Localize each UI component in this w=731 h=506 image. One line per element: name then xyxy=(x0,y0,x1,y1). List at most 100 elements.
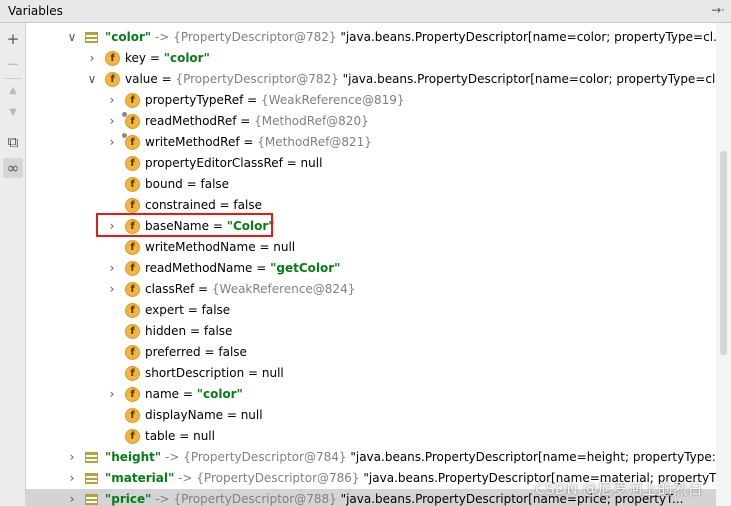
object-reference: {WeakReference@819} xyxy=(261,93,405,107)
variable-name: "material" xyxy=(105,471,175,485)
string-value: "color" xyxy=(196,387,243,401)
chevron-down-icon[interactable]: ∨ xyxy=(86,69,98,90)
add-watch-button[interactable]: + xyxy=(3,29,23,49)
hide-panel-icon[interactable]: →· xyxy=(711,3,725,17)
chevron-right-icon[interactable]: › xyxy=(106,258,118,279)
field-icon: f xyxy=(105,51,120,66)
row-text: expert = false xyxy=(145,300,230,321)
chevron-right-icon[interactable]: › xyxy=(66,489,78,506)
field-icon: f xyxy=(125,198,140,213)
variable-name: key xyxy=(125,51,147,65)
tree-row[interactable]: ∨ "color" -> {PropertyDescriptor@782} "ja… xyxy=(26,27,716,48)
map-entry-icon xyxy=(85,32,98,43)
row-text: preferred = false xyxy=(145,342,247,363)
watermark: CSDN @尼罗河上的烈日 xyxy=(535,480,703,498)
variables-panel-header: Variables →· xyxy=(0,0,731,23)
tree-row[interactable]: › f readMethodName = "getColor" xyxy=(26,258,716,279)
field-icon: f xyxy=(105,72,120,87)
object-reference: {PropertyDescriptor@786} xyxy=(196,471,360,485)
equals-sign: = xyxy=(183,303,202,317)
chevron-right-icon[interactable]: › xyxy=(106,384,118,405)
remove-watch-button[interactable]: − xyxy=(3,54,23,74)
field-icon: f xyxy=(125,261,140,276)
field-icon: f xyxy=(125,345,140,360)
copy-icon[interactable]: ⧉ xyxy=(3,132,23,152)
equals-sign: = xyxy=(182,177,201,191)
chevron-right-icon[interactable]: › xyxy=(66,447,78,468)
tree-row[interactable]: ∨ f value = {PropertyDescriptor@782} "java… xyxy=(26,69,716,90)
equals-sign: = xyxy=(223,408,241,422)
chevron-right-icon[interactable]: › xyxy=(106,132,118,153)
row-text: key = "color" xyxy=(125,48,210,69)
object-reference: {PropertyDescriptor@788} xyxy=(173,492,337,506)
tree-row[interactable]: › f name = "color" xyxy=(26,384,716,405)
chevron-right-icon[interactable]: › xyxy=(106,279,118,300)
variable-name: value xyxy=(125,72,158,86)
equals-sign: = xyxy=(252,261,271,275)
map-entry-icon xyxy=(85,452,98,463)
row-text: shortDescription = null xyxy=(145,363,284,384)
chevron-down-icon[interactable]: ∨ xyxy=(66,27,78,48)
object-reference: {MethodRef@820} xyxy=(254,114,369,128)
tree-row[interactable]: f bound = false xyxy=(26,174,716,195)
scrollbar-thumb[interactable] xyxy=(720,151,727,355)
variable-name: "color" xyxy=(105,30,152,44)
tree-row[interactable]: › f readMethodRef = {MethodRef@820} xyxy=(26,111,716,132)
tree-row[interactable]: › f writeMethodRef = {MethodRef@821} xyxy=(26,132,716,153)
object-reference: {PropertyDescriptor@782} xyxy=(175,72,339,86)
equals-sign: = xyxy=(244,366,262,380)
tree-row[interactable]: f preferred = false xyxy=(26,342,716,363)
row-text: value = {PropertyDescriptor@782} "java.b… xyxy=(125,69,716,90)
row-text: "color" -> {PropertyDescriptor@782} "jav… xyxy=(105,27,716,48)
tree-row[interactable]: f table = null xyxy=(26,426,716,447)
row-text: bound = false xyxy=(145,174,229,195)
object-reference: {WeakReference@824} xyxy=(211,282,356,296)
tree-row[interactable]: f displayName = null xyxy=(26,405,716,426)
value-preview: "java.beans.PropertyDescriptor[name=colo… xyxy=(340,30,716,44)
map-entry-icon xyxy=(85,494,98,505)
tree-row[interactable]: › "height" -> {PropertyDescriptor@784} "j… xyxy=(26,447,716,468)
side-toolbar: + − ▲ ▼ ⧉ ∞ xyxy=(0,23,26,506)
highlight-box xyxy=(96,213,273,237)
value-preview: "java.beans.PropertyDescriptor[name=heig… xyxy=(350,450,716,464)
chevron-right-icon[interactable]: › xyxy=(66,468,78,489)
variable-name: hidden xyxy=(145,324,187,338)
equals-sign: = xyxy=(194,282,212,296)
equals-sign: = xyxy=(186,324,204,338)
variables-tree: ∨ "color" -> {PropertyDescriptor@782} "ja… xyxy=(26,23,716,506)
vertical-scrollbar[interactable] xyxy=(716,23,731,506)
variable-name: expert xyxy=(145,303,184,317)
equals-sign: = xyxy=(255,240,274,254)
chevron-right-icon[interactable]: › xyxy=(106,90,118,111)
move-up-button[interactable]: ▲ xyxy=(3,81,23,101)
row-text: "height" -> {PropertyDescriptor@784} "ja… xyxy=(105,447,716,468)
chevron-right-icon[interactable]: › xyxy=(106,111,118,132)
value-text: null xyxy=(261,366,284,380)
tree-row[interactable]: f propertyEditorClassRef = null xyxy=(26,153,716,174)
marker-dot-icon xyxy=(122,112,127,117)
variable-name: "height" xyxy=(105,450,162,464)
tree-row[interactable]: f writeMethodName = null xyxy=(26,237,716,258)
value-text: false xyxy=(203,324,233,338)
field-icon: f xyxy=(125,177,140,192)
tree-row[interactable]: f expert = false xyxy=(26,300,716,321)
tree-row[interactable]: › f propertyTypeRef = {WeakReference@819} xyxy=(26,90,716,111)
move-down-button[interactable]: ▼ xyxy=(3,103,23,123)
row-text: writeMethodRef = {MethodRef@821} xyxy=(145,132,372,153)
equals-sign: = xyxy=(239,135,258,149)
tree-row[interactable]: › f key = "color" xyxy=(26,48,716,69)
chevron-right-icon[interactable]: › xyxy=(86,48,98,69)
field-icon: f xyxy=(125,114,140,129)
value-text: null xyxy=(193,429,215,443)
variable-name: readMethodName xyxy=(145,261,253,275)
tree-row[interactable]: › f classRef = {WeakReference@824} xyxy=(26,279,716,300)
string-value: "getColor" xyxy=(270,261,341,275)
watches-glasses-icon[interactable]: ∞ xyxy=(3,158,23,178)
tree-row[interactable]: f hidden = false xyxy=(26,321,716,342)
equals-sign: = xyxy=(282,156,301,170)
field-icon: f xyxy=(125,240,140,255)
arrow-separator: -> xyxy=(165,450,180,464)
row-text: name = "color" xyxy=(145,384,243,405)
equals-sign: = xyxy=(243,93,262,107)
tree-row[interactable]: f shortDescription = null xyxy=(26,363,716,384)
